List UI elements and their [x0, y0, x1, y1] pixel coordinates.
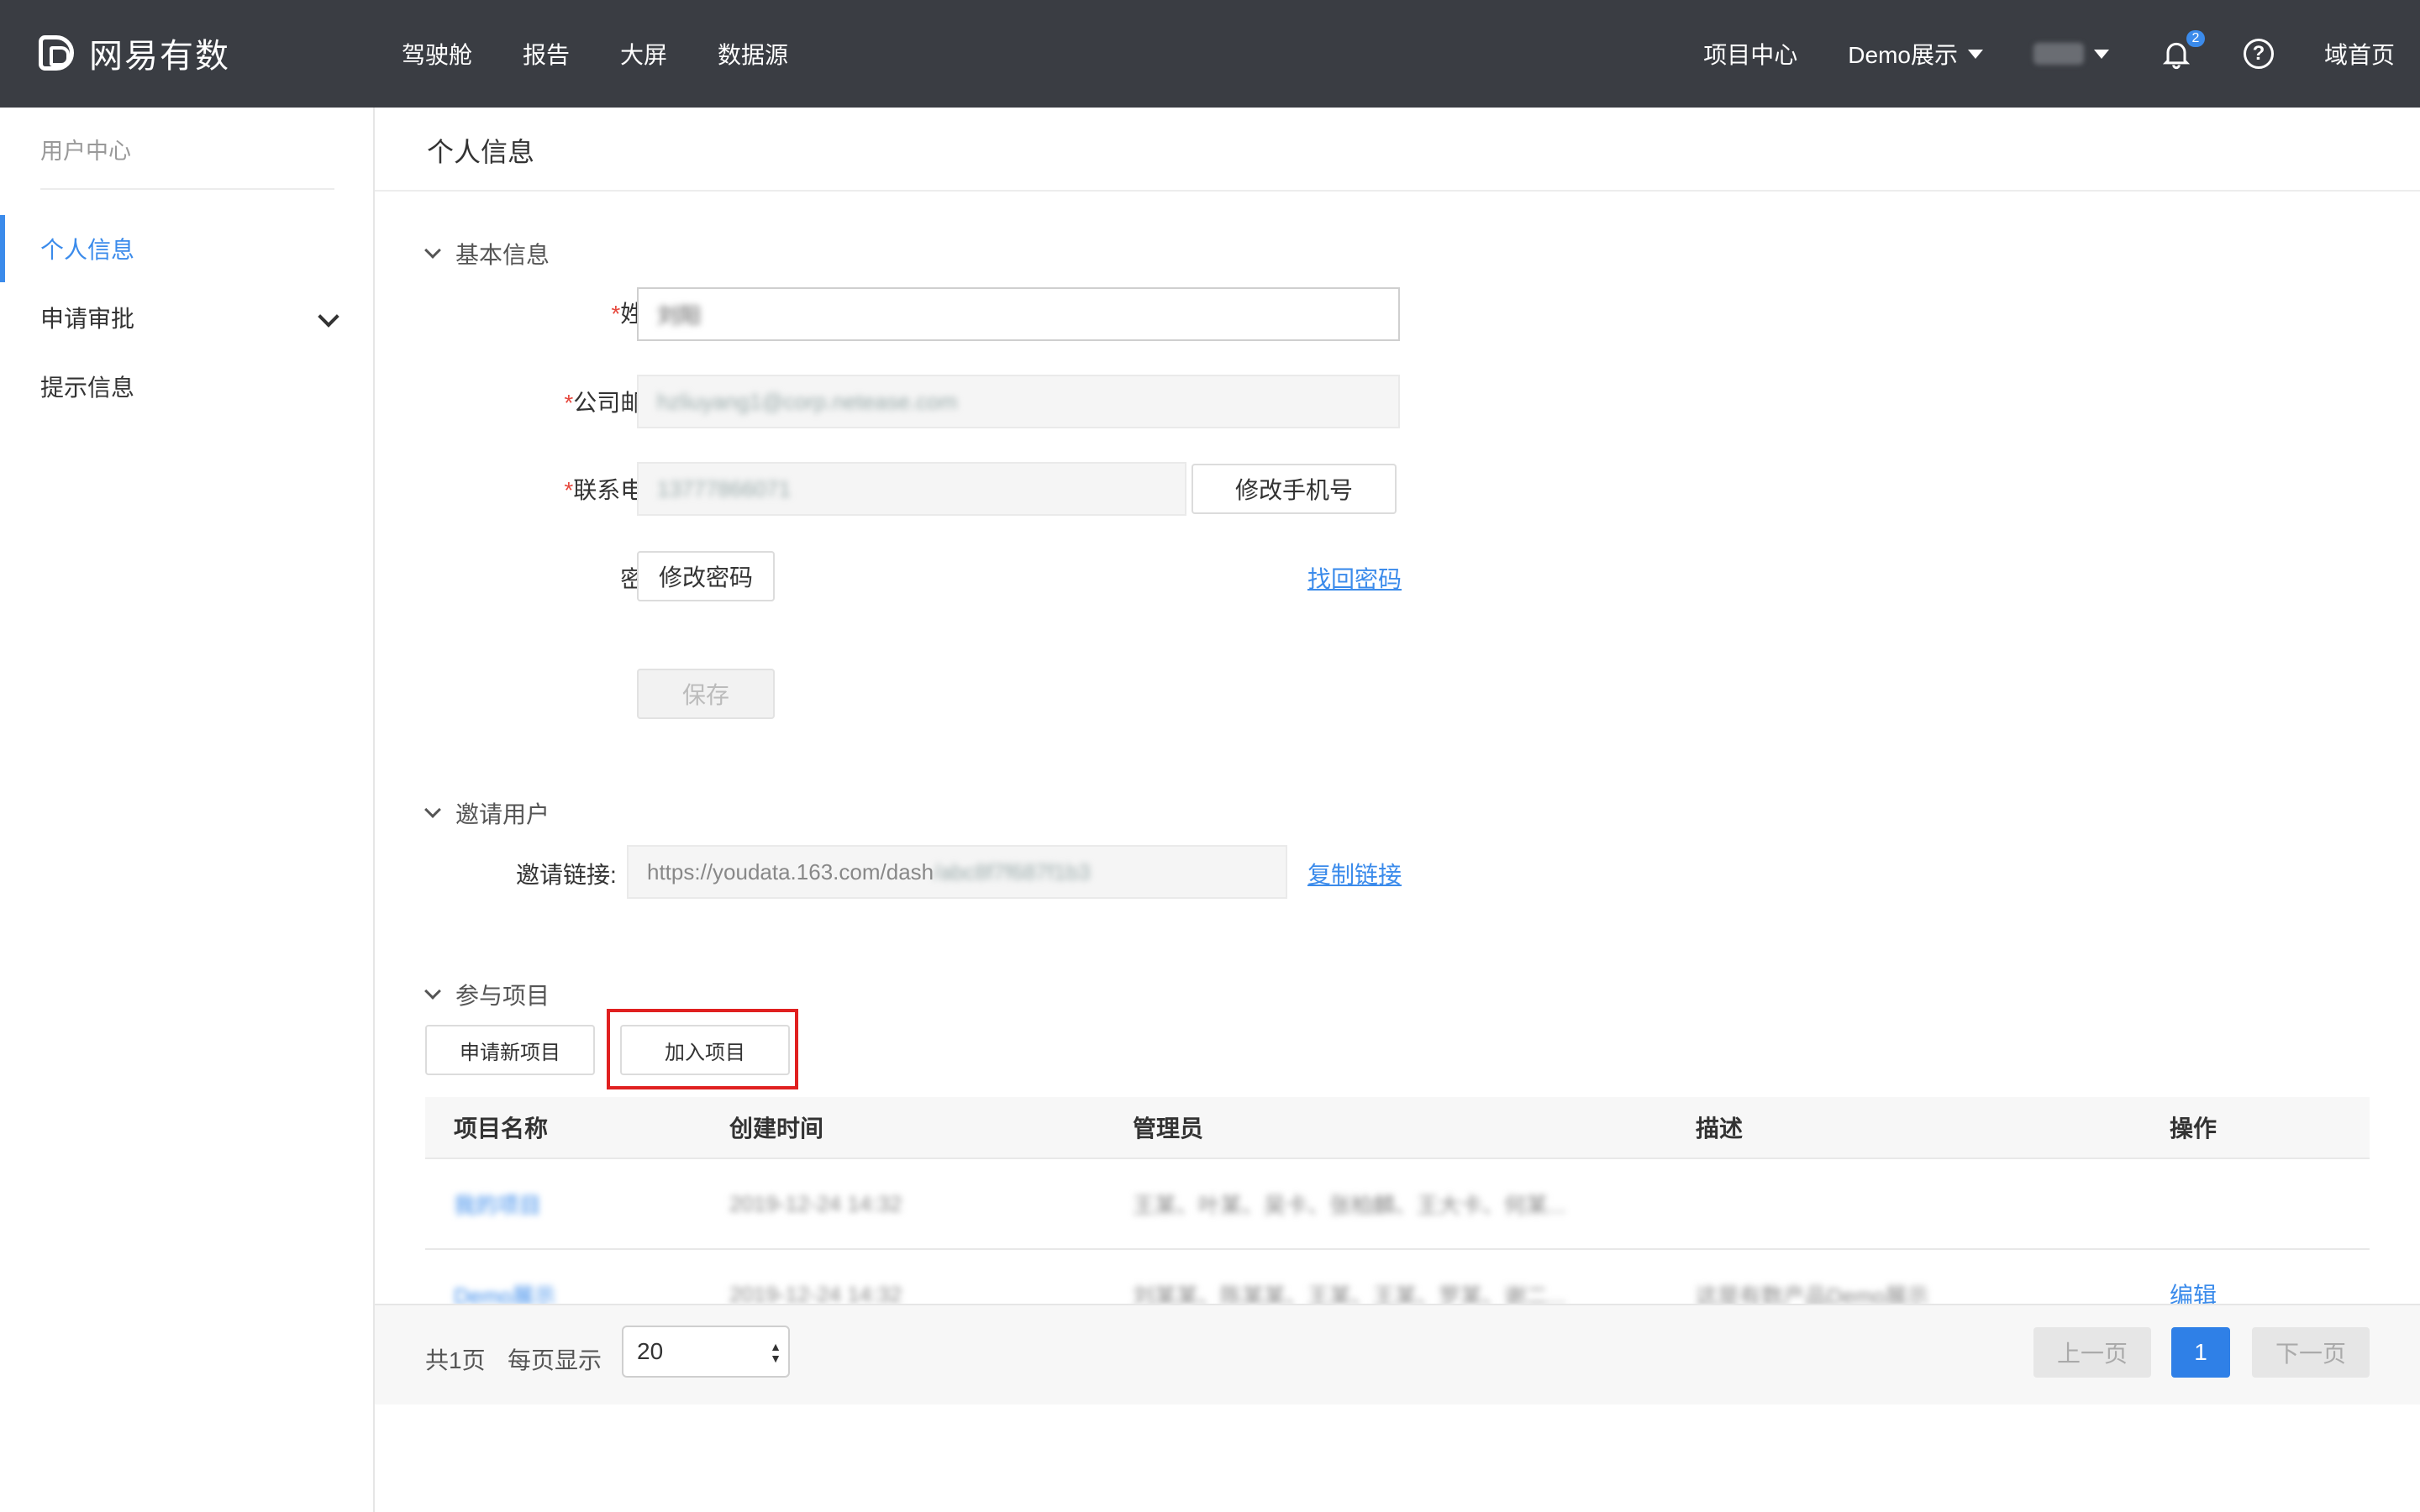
section-basic-info[interactable]: 基本信息 — [424, 237, 550, 270]
help-button[interactable]: ? — [2243, 39, 2274, 69]
copy-link-button[interactable]: 复制链接 — [1307, 857, 1402, 890]
nav-item-bigscreen[interactable]: 大屏 — [620, 37, 667, 71]
table-header: 项目名称 创建时间 管理员 描述 操作 — [425, 1097, 2370, 1159]
name-input[interactable]: 刘阳 — [637, 287, 1400, 341]
brand-name: 网易有数 — [89, 38, 230, 75]
user-menu[interactable] — [2033, 43, 2109, 65]
sidebar-item-profile[interactable]: 个人信息 — [0, 215, 373, 282]
sidebar-divider — [40, 188, 334, 190]
updown-arrow-icon: ▲ ▼ — [770, 1340, 781, 1365]
highlight-box — [607, 1009, 798, 1089]
admins: 王某、叶某、吴卡、张柏麟、王大卡、何某... — [1133, 1192, 1566, 1218]
page-1-button[interactable]: 1 — [2171, 1327, 2230, 1378]
top-right-menu: 项目中心 Demo展示 2 ? 域首页 — [1653, 0, 2395, 108]
brand-logo[interactable]: 网易有数 — [39, 29, 230, 77]
sidebar-item-label: 提示信息 — [40, 375, 135, 401]
page-header: 个人信息 — [375, 108, 2420, 192]
created-time: 2019-12-24 14:32 — [729, 1190, 902, 1216]
sidebar-item-label: 个人信息 — [40, 237, 135, 263]
section-title: 邀请用户 — [455, 801, 550, 827]
section-projects[interactable]: 参与项目 — [424, 978, 550, 1011]
per-page-label: 每页显示 — [508, 1347, 602, 1373]
total-pages: 共1页 — [425, 1347, 486, 1373]
project-name-link[interactable]: 我的项目 — [454, 1193, 541, 1218]
question-icon: ? — [2243, 39, 2274, 69]
invite-link-field: https://youdata.163.com/dash/abc8f7f687f… — [627, 845, 1287, 899]
avatar — [2033, 43, 2084, 65]
chevron-down-icon — [318, 306, 339, 328]
per-page-value: 20 — [637, 1338, 664, 1364]
project-select-label: Demo展示 — [1848, 42, 1958, 68]
email-field: hzliuyang1@corp.netease.com — [637, 375, 1400, 428]
column-header: 创建时间 — [729, 1116, 824, 1142]
sidebar-item-messages[interactable]: 提示信息 — [0, 353, 373, 420]
save-button[interactable]: 保存 — [637, 669, 775, 719]
nav-item-cockpit[interactable]: 驾驶舱 — [402, 37, 472, 71]
column-header: 项目名称 — [454, 1116, 549, 1142]
section-title: 基本信息 — [455, 242, 550, 268]
chevron-down-icon — [424, 983, 441, 1000]
section-invite-user[interactable]: 邀请用户 — [424, 796, 550, 830]
change-password-button[interactable]: 修改密码 — [637, 551, 775, 601]
main-nav: 驾驶舱 报告 大屏 数据源 — [402, 0, 788, 108]
sidebar-title: 用户中心 — [40, 139, 131, 164]
youdata-logo-icon — [39, 35, 74, 71]
caret-down-icon — [2093, 49, 2109, 59]
page-title: 个人信息 — [427, 137, 535, 167]
nav-item-datasource[interactable]: 数据源 — [718, 37, 788, 71]
section-title: 参与项目 — [455, 983, 550, 1009]
invite-link-text: https://youdata.163.com/dash — [647, 858, 934, 885]
column-header: 操作 — [2170, 1116, 2217, 1142]
apply-new-project-button[interactable]: 申请新项目 — [425, 1025, 595, 1075]
pagination-bar: 共1页 每页显示 20 ▲ ▼ 上一页 1 下一页 — [375, 1304, 2420, 1404]
chevron-down-icon — [424, 801, 441, 818]
chevron-down-icon — [424, 242, 441, 259]
domain-home-link[interactable]: 域首页 — [2324, 37, 2395, 71]
sidebar: 用户中心 个人信息 申请审批 提示信息 — [0, 108, 375, 1512]
caret-down-icon — [1967, 49, 1983, 59]
sidebar-item-label: 申请审批 — [40, 306, 135, 332]
created-time: 2019-12-24 14:32 — [729, 1281, 902, 1307]
bell-icon: 2 — [2160, 30, 2205, 71]
per-page-select[interactable]: 20 ▲ ▼ — [622, 1326, 790, 1378]
project-select[interactable]: Demo展示 — [1848, 37, 1983, 71]
top-navbar: 网易有数 驾驶舱 报告 大屏 数据源 项目中心 Demo展示 2 ? 域首页 — [0, 0, 2420, 108]
column-header: 管理员 — [1133, 1116, 1204, 1142]
project-center-link[interactable]: 项目中心 — [1703, 37, 1797, 71]
column-header: 描述 — [1696, 1116, 1744, 1142]
sidebar-item-approval[interactable]: 申请审批 — [0, 284, 373, 351]
notification-badge: 2 — [2186, 30, 2205, 47]
next-page-button[interactable]: 下一页 — [2252, 1327, 2370, 1378]
table-row: 我的项目 2019-12-24 14:32 王某、叶某、吴卡、张柏麟、王大卡、何… — [425, 1159, 2370, 1250]
nav-item-report[interactable]: 报告 — [523, 37, 570, 71]
change-phone-button[interactable]: 修改手机号 — [1192, 464, 1397, 514]
notification-button[interactable]: 2 — [2160, 30, 2205, 71]
recover-password-link[interactable]: 找回密码 — [1307, 561, 1402, 595]
prev-page-button[interactable]: 上一页 — [2033, 1327, 2151, 1378]
phone-field: 13777866071 — [637, 462, 1186, 516]
